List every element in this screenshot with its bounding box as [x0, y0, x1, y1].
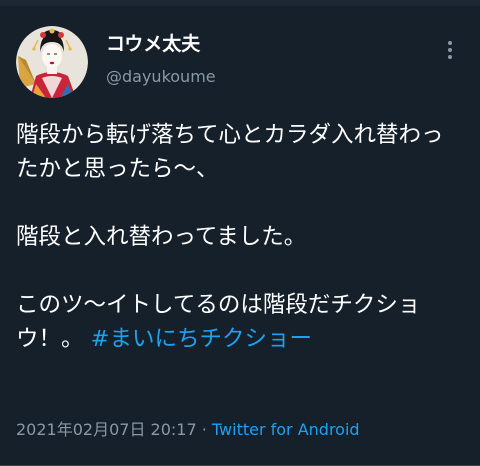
tweet-source-link[interactable]: Twitter for Android: [212, 420, 360, 439]
tweet-paragraph-3: このツ〜イトしてるのは階段だチクショウ！。 #まいにちチクショー: [16, 288, 464, 356]
more-vertical-icon: [448, 41, 452, 59]
tweet-timestamp[interactable]: 2021年02月07日 20:17: [16, 420, 197, 439]
author-display-name[interactable]: コウメ太夫: [106, 32, 216, 56]
avatar[interactable]: [16, 26, 88, 98]
author-handle[interactable]: @dayukoume: [106, 66, 216, 88]
tweet-paragraph-2: 階段と入れ替わってました。: [16, 224, 307, 250]
meta-separator: ·: [196, 420, 212, 439]
tweet-paragraph-1: 階段から転げ落ちて心とカラダ入れ替わったかと思ったら〜、: [16, 122, 444, 182]
more-options-button[interactable]: [440, 36, 460, 64]
avatar-image: [16, 26, 88, 98]
tweet-text: 階段から転げ落ちて心とカラダ入れ替わったかと思ったら〜、 階段と入れ替わってまし…: [16, 118, 464, 356]
tweet-header: コウメ太夫 @dayukoume: [16, 26, 464, 98]
top-divider: [0, 0, 480, 6]
hashtag-link[interactable]: #まいにちチクショー: [91, 326, 312, 352]
tweet-meta: 2021年02月07日 20:17 · Twitter for Android: [16, 418, 360, 442]
author-names: コウメ太夫 @dayukoume: [106, 32, 216, 88]
